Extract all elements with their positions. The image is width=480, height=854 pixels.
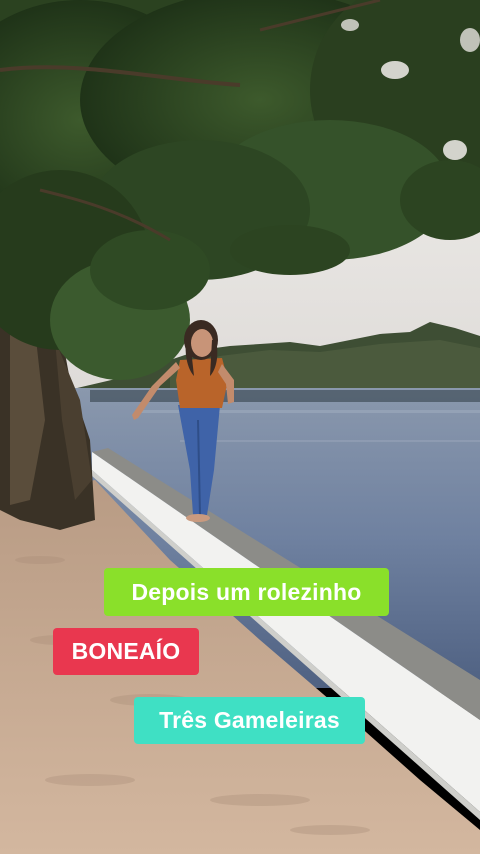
caption-boneaio: BONEAÍO: [53, 628, 199, 675]
caption-tres-gameleiras: Três Gameleiras: [134, 697, 365, 744]
photo-frame: Depois um rolezinho BONEAÍO Três Gamelei…: [0, 0, 480, 854]
caption-depois-um-rolezinho: Depois um rolezinho: [104, 568, 389, 616]
